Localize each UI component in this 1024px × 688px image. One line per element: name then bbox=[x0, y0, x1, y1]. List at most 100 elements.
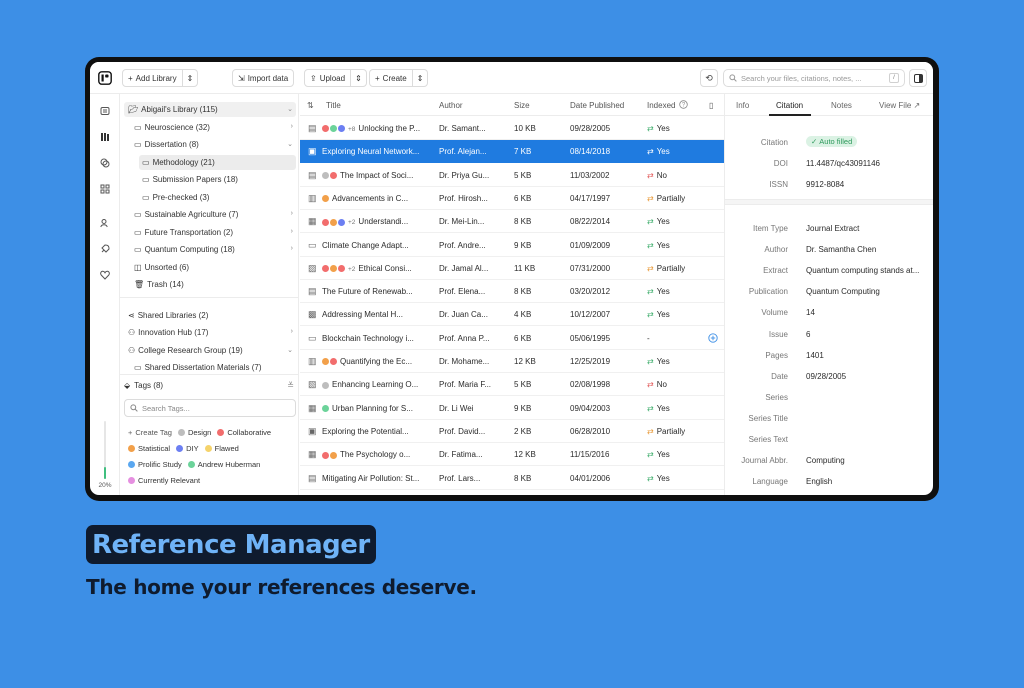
table-row[interactable]: ▦ Urban Planning for S... Dr. Li Wei 9 KB 09… bbox=[300, 397, 724, 420]
table-row[interactable]: ▤ The Impact of Soci... Dr. Priya Gu... 5 K… bbox=[300, 164, 724, 187]
table-row[interactable]: ▧ Enhancing Learning O... Prof. Maria F...… bbox=[300, 373, 724, 397]
rocket-icon[interactable] bbox=[100, 244, 110, 254]
import-data-button[interactable]: ⇲ Import data bbox=[232, 69, 295, 87]
inbox-icon[interactable] bbox=[100, 106, 110, 116]
field-value[interactable]: Computing bbox=[806, 456, 926, 465]
folder-unsorted[interactable]: ◫ Unsorted (6) bbox=[134, 260, 296, 275]
tab-info[interactable]: Info bbox=[736, 101, 749, 110]
heart-icon[interactable] bbox=[100, 270, 110, 280]
table-row[interactable]: ▩ Addressing Mental H... Dr. Juan Ca... 4 K… bbox=[300, 303, 724, 327]
folder-future-transportation[interactable]: ▭ Future Transportation (2) › bbox=[134, 225, 296, 240]
folder-dissertation[interactable]: ▭ Dissertation (8) ⌄ bbox=[134, 137, 296, 152]
field-value[interactable]: 9912-8084 bbox=[806, 180, 926, 189]
users-icon[interactable] bbox=[100, 218, 110, 228]
table-row[interactable]: ▥ Quantifying the Ec... Dr. Mohame... 12 KB… bbox=[300, 350, 724, 373]
field-value[interactable]: 09/28/2005 bbox=[806, 372, 926, 381]
upload-button[interactable]: ⇪ Upload ⇕ bbox=[304, 69, 367, 87]
table-row[interactable]: ▭ Climate Change Adapt... Prof. Andre... 9 … bbox=[300, 234, 724, 257]
sync-icon: ⟲ bbox=[705, 72, 713, 83]
folder-quantum-computing[interactable]: ▭ Quantum Computing (18) › bbox=[134, 242, 296, 257]
add-library-dropdown[interactable]: ⇕ bbox=[181, 70, 198, 86]
help-icon[interactable]: ? bbox=[679, 100, 688, 109]
add-library-button[interactable]: + Add Library ⇕ bbox=[122, 69, 199, 87]
collapse-icon[interactable]: ≚ bbox=[287, 381, 294, 390]
title-cell: Climate Change Adapt... bbox=[322, 241, 434, 250]
grid-icon[interactable] bbox=[100, 184, 110, 194]
field-value[interactable]: 6 bbox=[806, 330, 926, 339]
sync-button[interactable]: ⟲ bbox=[700, 69, 718, 87]
search-input[interactable]: Search your files, citations, notes, ...… bbox=[723, 69, 905, 87]
column-size[interactable]: Size bbox=[514, 101, 530, 110]
add-column-icon[interactable]: ▯ bbox=[709, 101, 713, 110]
tags-header[interactable]: ⬙ Tags (8) ≚ bbox=[124, 378, 296, 392]
column-author[interactable]: Author bbox=[439, 101, 463, 110]
date-cell: 04/17/1997 bbox=[570, 193, 611, 203]
field-value[interactable]: 11.4487/qc43091146 bbox=[806, 159, 926, 168]
share-icon: ⋖ bbox=[128, 311, 135, 320]
author-cell: Dr. Mei-Lin... bbox=[439, 217, 485, 227]
library-root[interactable]: 📂︎ Abigail's Library (115) ⌄ bbox=[124, 102, 296, 117]
indexed-cell: ⇄ Yes bbox=[647, 357, 670, 366]
import-icon: ⇲ bbox=[238, 73, 245, 83]
table-row[interactable]: ▣ Exploring the Potential... Prof. David..… bbox=[300, 420, 724, 443]
folder-label: Trash (14) bbox=[147, 280, 184, 289]
tab-citation[interactable]: Citation bbox=[776, 101, 803, 110]
column-date[interactable]: Date Published bbox=[570, 101, 624, 110]
library-icon[interactable] bbox=[100, 132, 110, 142]
folder-submission-papers[interactable]: ▭ Submission Papers (18) bbox=[142, 172, 296, 187]
folder-trash[interactable]: 🗑︎ Trash (14) bbox=[134, 277, 296, 292]
table-row[interactable]: ▣ Exploring Neural Network... Prof. Alejan… bbox=[300, 140, 724, 164]
table-row[interactable]: ▤ +8 Unlocking the P... Dr. Samant... 10 KB 0… bbox=[300, 117, 724, 140]
tag-search-input[interactable]: Search Tags... bbox=[124, 399, 296, 417]
field-value[interactable]: English bbox=[806, 477, 926, 486]
collections-icon[interactable] bbox=[100, 158, 110, 168]
tag-diy[interactable]: DIY bbox=[176, 444, 199, 453]
tag-andrew-huberman[interactable]: Andrew Huberman bbox=[187, 460, 260, 469]
create-dropdown[interactable]: ⇕ bbox=[411, 70, 428, 86]
plus-icon: + bbox=[128, 73, 133, 83]
tag-currently-relevant[interactable]: Currently Relevant bbox=[128, 476, 200, 485]
folder-sustainable-agriculture[interactable]: ▭ Sustainable Agriculture (7) › bbox=[134, 207, 296, 222]
table-row[interactable]: ▨ +2 Ethical Consi... Dr. Jamal Al... 11 KB 0… bbox=[300, 257, 724, 280]
tag-design[interactable]: Design bbox=[177, 428, 211, 437]
folder-shared-dissertation[interactable]: ▭ Shared Dissertation Materials (7) bbox=[134, 360, 296, 375]
field-value[interactable]: 14 bbox=[806, 308, 926, 317]
field-value[interactable]: Quantum Computing bbox=[806, 287, 926, 296]
group-college-research[interactable]: ⚇ College Research Group (19) ⌄ bbox=[128, 343, 296, 358]
folder-icon: ▭ bbox=[134, 245, 142, 254]
table-row[interactable]: ▥ Advancements in C... Prof. Hirosh... 6 KB… bbox=[300, 187, 724, 210]
folder-pre-checked[interactable]: ▭ Pre-checked (3) bbox=[142, 190, 296, 205]
tab-view-file[interactable]: View File ↗ bbox=[879, 101, 920, 110]
indexed-cell: ⇄ Partially bbox=[647, 427, 685, 436]
indexed-value: Yes bbox=[656, 124, 670, 133]
create-tag-button[interactable]: + Create Tag bbox=[128, 428, 172, 437]
table-row[interactable]: ▤ The Future of Renewab... Prof. Elena... 8… bbox=[300, 280, 724, 304]
column-indexed[interactable]: Indexed bbox=[647, 101, 675, 110]
tab-notes[interactable]: Notes bbox=[831, 101, 852, 110]
zoom-slider[interactable] bbox=[104, 421, 106, 479]
tag-prolific-study[interactable]: Prolific Study bbox=[128, 460, 182, 469]
chevron-down-icon: ⌄ bbox=[287, 347, 293, 354]
folder-methodology[interactable]: ▭ Methodology (21) bbox=[139, 155, 296, 170]
field-value[interactable]: Dr. Samantha Chen bbox=[806, 245, 926, 254]
column-title[interactable]: Title bbox=[326, 101, 341, 110]
sort-icon[interactable]: ⇅ bbox=[307, 101, 314, 110]
tag-flawed[interactable]: Flawed bbox=[204, 444, 239, 453]
folder-neuroscience[interactable]: ▭ Neuroscience (32) › bbox=[134, 120, 296, 135]
tag-statistical[interactable]: Statistical bbox=[128, 444, 170, 453]
field-value[interactable]: 1401 bbox=[806, 351, 926, 360]
table-row[interactable]: ▭ Blockchain Technology i... Prof. Anna P.… bbox=[300, 327, 724, 350]
table-row[interactable]: ▦ The Psychology o... Dr. Fatima... 12 KB 11… bbox=[300, 443, 724, 467]
create-button[interactable]: + Create ⇕ bbox=[369, 69, 429, 87]
field-value[interactable]: Quantum computing stands at... bbox=[806, 266, 926, 275]
upload-dropdown[interactable]: ⇕ bbox=[350, 70, 366, 86]
tag-dots bbox=[322, 171, 337, 179]
group-innovation-hub[interactable]: ⚇ Innovation Hub (17) › bbox=[128, 325, 296, 340]
tag-collaborative[interactable]: Collaborative bbox=[217, 428, 271, 437]
toggle-panel-button[interactable] bbox=[909, 69, 927, 87]
shared-libraries[interactable]: ⋖ Shared Libraries (2) bbox=[128, 308, 296, 323]
table-row[interactable]: ▤ Mitigating Air Pollution: St... Prof. La… bbox=[300, 467, 724, 490]
field-value[interactable]: Journal Extract bbox=[806, 224, 926, 233]
chevron-right-icon: › bbox=[290, 123, 293, 130]
table-row[interactable]: ▦ +2 Understandi... Dr. Mei-Lin... 8 KB 08/22… bbox=[300, 210, 724, 234]
